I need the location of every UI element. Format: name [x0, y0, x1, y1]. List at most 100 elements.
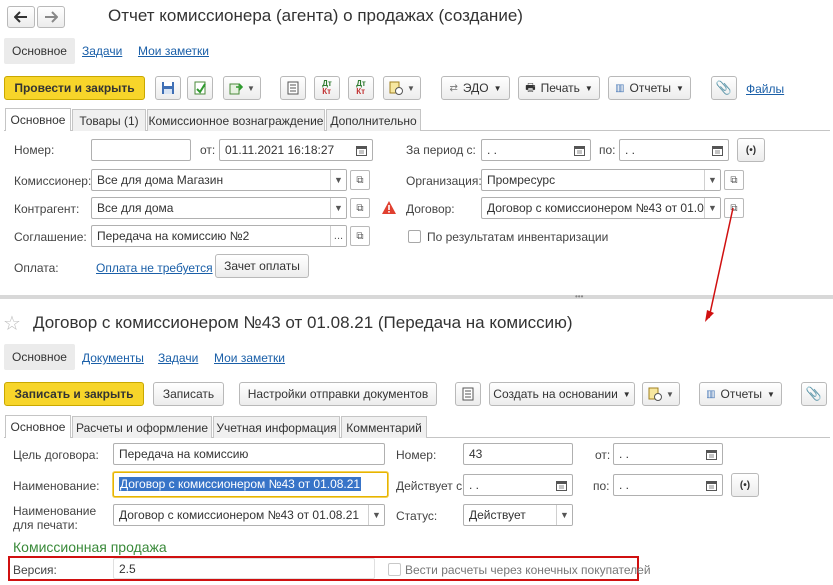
doc1-tab-main[interactable]: Основное [5, 108, 71, 131]
status-select[interactable]: Действует ▼ [463, 504, 573, 526]
dropdown-arrow-icon[interactable]: ▼ [368, 505, 384, 525]
chevron-down-icon: ▼ [767, 389, 775, 399]
number-input[interactable] [91, 139, 191, 161]
calendar-icon[interactable] [353, 142, 369, 158]
name-input[interactable]: Договор с комиссионером №43 от 01.08.21 [113, 472, 388, 497]
dt-kt-icon: Дт Кт [356, 79, 366, 96]
attach-file-button-2[interactable]: 📎 [801, 382, 827, 406]
create-based-icon [229, 83, 244, 95]
document-list-button-2[interactable] [455, 382, 481, 406]
open-organization-button[interactable]: ⧉ [724, 170, 744, 190]
document-list-button[interactable] [280, 76, 306, 100]
purpose-input[interactable]: Передача на комиссию [113, 443, 385, 465]
document-date-input[interactable]: 01.11.2021 16:18:27 [219, 139, 373, 161]
inventory-results-checkbox[interactable] [408, 230, 421, 243]
chevron-down-icon: ▼ [493, 83, 502, 93]
open-window-icon: ⧉ [356, 230, 364, 242]
dropdown-arrow-icon[interactable]: ▼ [330, 170, 346, 190]
floppy-disk-icon [162, 82, 174, 94]
agreement-input[interactable]: Передача на комиссию №2 ... [91, 225, 347, 247]
doc2-nav-main[interactable]: Основное [4, 344, 75, 370]
valid-to-input[interactable]: . . [613, 474, 723, 496]
document-clock-icon [389, 81, 404, 95]
calendar-icon[interactable] [571, 142, 587, 158]
period-to-input[interactable]: . . [619, 139, 729, 161]
post-and-close-button[interactable]: Провести и закрыть [4, 76, 145, 100]
doc1-nav-notes[interactable]: Мои заметки [138, 44, 209, 58]
calendar-icon[interactable] [703, 446, 719, 462]
edo-button[interactable]: ⇄ ЭДО ▼ [441, 76, 510, 100]
payment-label: Оплата: [14, 261, 59, 275]
chevron-down-icon: ▼ [622, 389, 631, 399]
create-based-on-button[interactable]: ▼ [223, 76, 261, 100]
forward-button[interactable] [37, 6, 65, 28]
validity-period-button[interactable]: (•) [731, 473, 759, 497]
doc2-tab-settlements[interactable]: Расчеты и оформление [72, 416, 212, 438]
dropdown-arrow-icon[interactable]: ▼ [330, 198, 346, 218]
attach-file-button[interactable]: 📎 [711, 76, 737, 100]
doc1-title: Отчет комиссионера (агента) о продажах (… [108, 6, 523, 25]
open-agreement-button[interactable]: ⧉ [350, 226, 370, 246]
reports-button-2[interactable]: ▥ Отчеты ▼ [699, 382, 782, 406]
save-button-2[interactable]: Записать [153, 382, 224, 406]
dropdown-arrow-icon[interactable]: ▼ [704, 170, 720, 190]
version-input[interactable]: 2.5 [113, 558, 375, 579]
calendar-icon[interactable] [703, 477, 719, 493]
doc2-tab-comment[interactable]: Комментарий [341, 416, 427, 438]
doc2-nav-notes[interactable]: Мои заметки [214, 351, 285, 365]
payment-not-required-link[interactable]: Оплата не требуется [96, 261, 213, 275]
printer-icon: 🖶 [525, 81, 536, 94]
edo-icon: ⇄ [449, 82, 458, 94]
doc2-tab-accounting[interactable]: Учетная информация [213, 416, 340, 438]
radio-waves-icon: (•) [745, 144, 757, 156]
doc2-nav-documents[interactable]: Документы [82, 351, 144, 365]
doc2-nav-tasks[interactable]: Задачи [158, 351, 198, 365]
list-icon [462, 387, 474, 401]
save-and-close-button[interactable]: Записать и закрыть [4, 382, 144, 406]
contract-number-input[interactable]: 43 [463, 443, 573, 465]
favorite-star-icon[interactable]: ☆ [3, 311, 21, 336]
organization-input[interactable]: Промресурс ▼ [481, 169, 721, 191]
period-select-button[interactable]: (•) [737, 138, 765, 162]
create-based-on-button-2[interactable]: Создать на основании ▼ [489, 382, 635, 406]
send-settings-button[interactable]: Настройки отправки документов [239, 382, 437, 406]
attachments-menu-button[interactable]: ▼ [383, 76, 421, 100]
attachments-menu-button-2[interactable]: ▼ [642, 382, 680, 406]
dt-kt-report-button[interactable]: Дт Кт [348, 76, 374, 100]
commissioner-input[interactable]: Все для дома Магазин ▼ [91, 169, 347, 191]
calendar-icon[interactable] [553, 477, 569, 493]
open-commissioner-button[interactable]: ⧉ [350, 170, 370, 190]
doc1-nav-tasks[interactable]: Задачи [82, 44, 122, 58]
reports-button[interactable]: ▥ Отчеты ▼ [608, 76, 691, 100]
dr-cr-icon: Дт Кт [322, 79, 332, 96]
chevron-down-icon: ▼ [407, 83, 415, 93]
contract-date-input[interactable]: . . [613, 443, 723, 465]
post-button[interactable] [187, 76, 213, 100]
files-link[interactable]: Файлы [746, 82, 784, 96]
contract-input[interactable]: Договор с комиссионером №43 от 01.08.2 ▼ [481, 197, 721, 219]
print-button[interactable]: 🖶 Печать ▼ [518, 76, 600, 100]
doc2-tab-main[interactable]: Основное [5, 415, 71, 438]
counterparty-input[interactable]: Все для дома ▼ [91, 197, 347, 219]
select-ellipsis-icon[interactable]: ... [330, 226, 346, 246]
calendar-icon[interactable] [709, 142, 725, 158]
end-buyers-checkbox[interactable] [388, 563, 401, 576]
valid-from-input[interactable]: . . [463, 474, 573, 496]
splitter-grip-icon: ••• [575, 292, 584, 301]
print-name-input[interactable]: Договор с комиссионером №43 от 01.08.21 … [113, 504, 385, 526]
dr-cr-movements-button[interactable]: Дт Кт [314, 76, 340, 100]
open-counterparty-button[interactable]: ⧉ [350, 198, 370, 218]
payment-offset-button[interactable]: Зачет оплаты [215, 254, 309, 278]
doc1-tab-additional[interactable]: Дополнительно [326, 109, 421, 131]
doc1-tab-commission[interactable]: Комиссионное вознаграждение [147, 109, 325, 131]
back-button[interactable] [7, 6, 35, 28]
chevron-down-icon: ▼ [666, 389, 674, 399]
doc1-nav-main[interactable]: Основное [4, 38, 75, 64]
save-button[interactable] [155, 76, 181, 100]
doc1-tab-goods[interactable]: Товары (1) [72, 109, 146, 131]
inventory-results-label: По результатам инвентаризации [427, 230, 609, 244]
period-from-input[interactable]: . . [481, 139, 591, 161]
dropdown-arrow-icon[interactable]: ▼ [556, 505, 572, 525]
paperclip-icon: 📎 [715, 80, 733, 95]
contract-label: Договор: [406, 202, 455, 216]
